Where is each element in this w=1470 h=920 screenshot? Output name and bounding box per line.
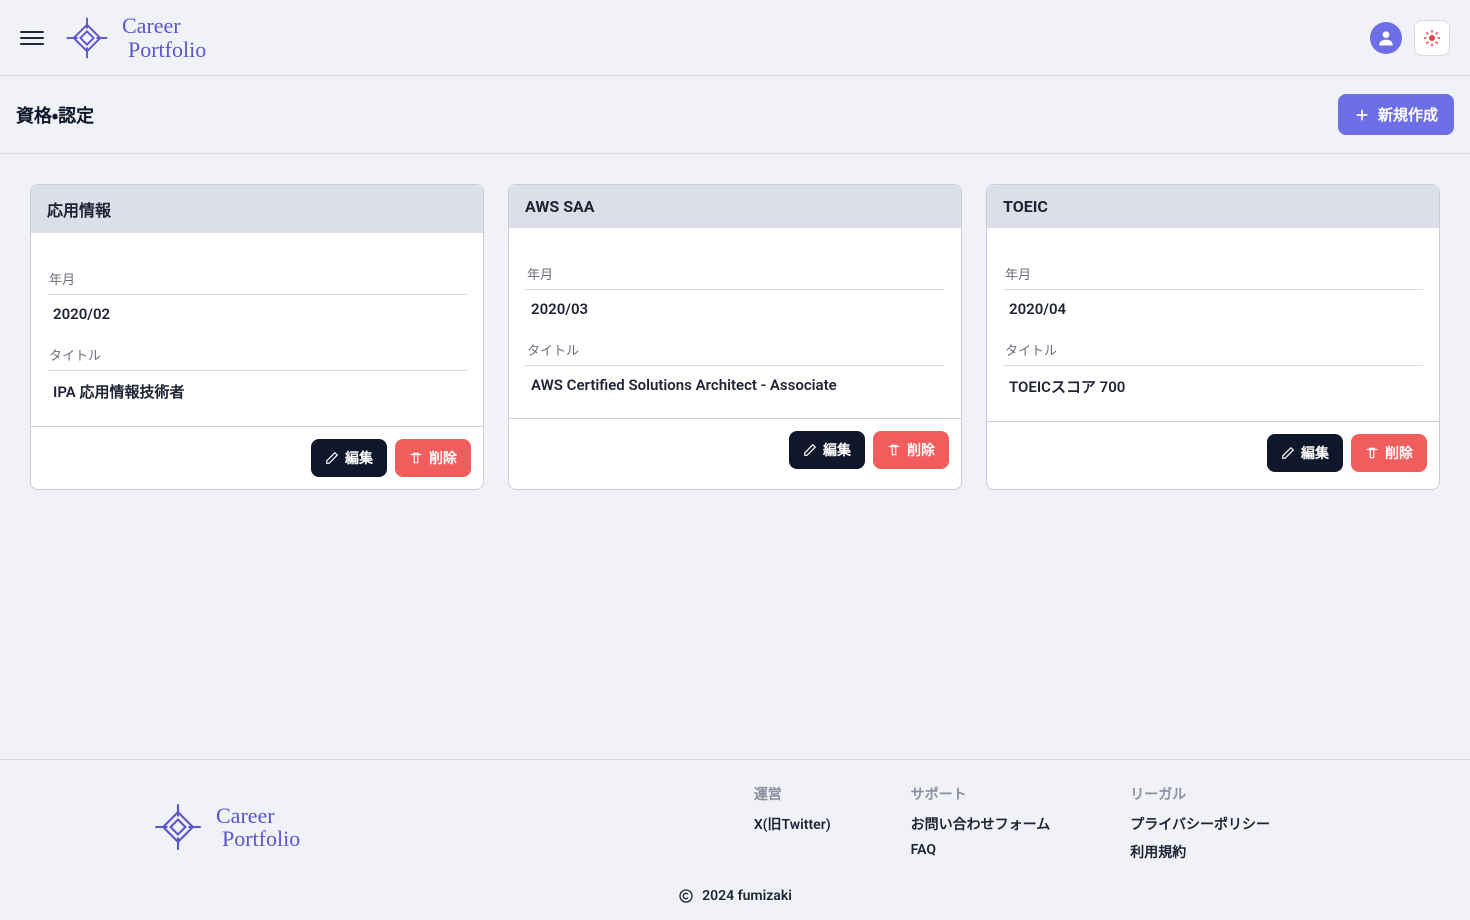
title-value: AWS Certified Solutions Architect - Asso… [525, 376, 945, 394]
avatar-button[interactable] [1370, 22, 1402, 54]
trash-icon [1365, 446, 1379, 460]
footer-link-x[interactable]: X(旧Twitter) [754, 814, 831, 834]
footer-col-title: 運営 [754, 784, 831, 804]
delete-label: 削除 [429, 448, 457, 468]
card-header: TOEIC [987, 185, 1439, 228]
date-value: 2020/02 [47, 305, 467, 323]
trash-icon [887, 443, 901, 457]
card-body: 年月 2020/03 タイトル AWS Certified Solutions … [509, 228, 961, 418]
footer-link-contact[interactable]: お問い合わせフォーム [911, 814, 1051, 834]
qualification-card: AWS SAA 年月 2020/03 タイトル AWS Certified So… [508, 184, 962, 490]
footer-brand-text: Career Portfolio [216, 804, 300, 850]
title-field: タイトル TOEICスコア 700 [1003, 340, 1423, 397]
footer-brand-logo[interactable]: Career Portfolio [150, 784, 300, 870]
footer-link-faq[interactable]: FAQ [911, 842, 1051, 858]
footer-col-legal: リーガル プライバシーポリシー 利用規約 [1130, 784, 1270, 870]
logo-icon [150, 799, 206, 855]
title-value: IPA 応用情報技術者 [47, 381, 467, 402]
edit-button[interactable]: 編集 [1267, 434, 1343, 472]
date-field: 年月 2020/04 [1003, 264, 1423, 318]
date-value: 2020/03 [525, 300, 945, 318]
copyright: 2024 fumizaki [60, 888, 1410, 910]
footer-col-operation: 運営 X(旧Twitter) [754, 784, 831, 870]
date-value: 2020/04 [1003, 300, 1423, 318]
title-label: タイトル [525, 340, 945, 365]
delete-button[interactable]: 削除 [1351, 434, 1427, 472]
card-body: 年月 2020/04 タイトル TOEICスコア 700 [987, 228, 1439, 421]
title-value: TOEICスコア 700 [1003, 376, 1423, 397]
user-icon [1376, 28, 1396, 48]
date-label: 年月 [47, 269, 467, 294]
pencil-icon [325, 451, 339, 465]
logo-icon [62, 13, 112, 63]
theme-toggle-button[interactable] [1414, 20, 1450, 56]
card-footer: 編集 削除 [31, 426, 483, 489]
brand-logo[interactable]: Career Portfolio [62, 13, 206, 63]
edit-button[interactable]: 編集 [789, 431, 865, 469]
qualification-card: 応用情報 年月 2020/02 タイトル IPA 応用情報技術者 [30, 184, 484, 490]
edit-label: 編集 [1301, 443, 1329, 463]
footer-link-terms[interactable]: 利用規約 [1130, 842, 1270, 862]
footer-col-support: サポート お問い合わせフォーム FAQ [911, 784, 1051, 870]
date-field: 年月 2020/02 [47, 269, 467, 323]
footer-columns: 運営 X(旧Twitter) サポート お問い合わせフォーム FAQ リーガル … [754, 784, 1270, 870]
date-label: 年月 [1003, 264, 1423, 289]
page-title: 資格・認定 [16, 102, 94, 128]
title-field: タイトル IPA 応用情報技術者 [47, 345, 467, 402]
pencil-icon [1281, 446, 1295, 460]
footer: Career Portfolio 運営 X(旧Twitter) サポート お問い… [0, 759, 1470, 920]
footer-col-title: リーガル [1130, 784, 1270, 804]
card-header: AWS SAA [509, 185, 961, 228]
copyright-text: 2024 fumizaki [702, 888, 792, 904]
edit-button[interactable]: 編集 [311, 439, 387, 477]
title-field: タイトル AWS Certified Solutions Architect -… [525, 340, 945, 394]
brand-text: Career Portfolio [122, 14, 206, 60]
qualification-card: TOEIC 年月 2020/04 タイトル TOEICスコア 700 [986, 184, 1440, 490]
content-area: 応用情報 年月 2020/02 タイトル IPA 応用情報技術者 [0, 154, 1470, 759]
edit-label: 編集 [345, 448, 373, 468]
title-label: タイトル [1003, 340, 1423, 365]
date-field: 年月 2020/03 [525, 264, 945, 318]
delete-label: 削除 [907, 440, 935, 460]
footer-link-privacy[interactable]: プライバシーポリシー [1130, 814, 1270, 834]
cards-grid: 応用情報 年月 2020/02 タイトル IPA 応用情報技術者 [30, 184, 1440, 490]
sun-icon [1423, 29, 1441, 47]
edit-label: 編集 [823, 440, 851, 460]
hamburger-icon[interactable] [20, 26, 44, 50]
card-body: 年月 2020/02 タイトル IPA 応用情報技術者 [31, 233, 483, 426]
pencil-icon [803, 443, 817, 457]
card-footer: 編集 削除 [987, 421, 1439, 484]
date-label: 年月 [525, 264, 945, 289]
card-header: 応用情報 [31, 185, 483, 233]
delete-button[interactable]: 削除 [395, 439, 471, 477]
new-button-label: 新規作成 [1378, 104, 1438, 125]
copyright-icon [678, 888, 694, 904]
delete-label: 削除 [1385, 443, 1413, 463]
footer-col-title: サポート [911, 784, 1051, 804]
title-label: タイトル [47, 345, 467, 370]
plus-icon [1354, 107, 1370, 123]
trash-icon [409, 451, 423, 465]
new-button[interactable]: 新規作成 [1338, 94, 1454, 135]
delete-button[interactable]: 削除 [873, 431, 949, 469]
card-footer: 編集 削除 [509, 418, 961, 481]
topbar: Career Portfolio [0, 0, 1470, 76]
titlebar: 資格・認定 新規作成 [0, 76, 1470, 154]
